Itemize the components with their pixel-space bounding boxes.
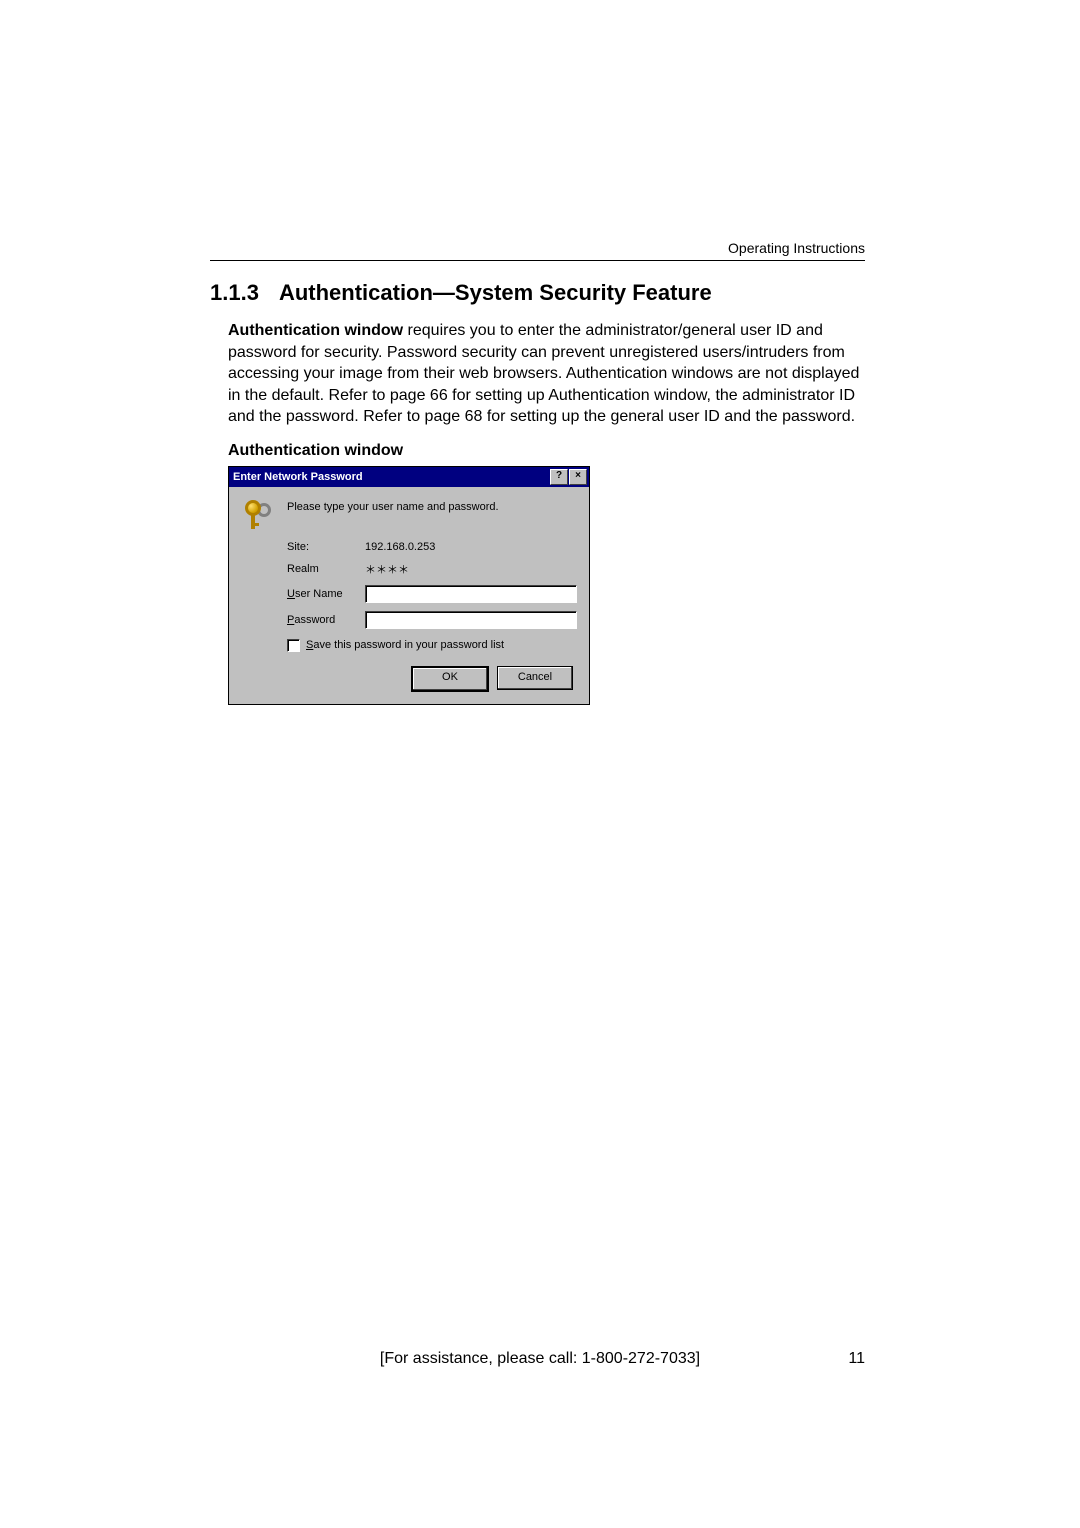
ok-button[interactable]: OK bbox=[411, 666, 489, 692]
help-button[interactable]: ? bbox=[550, 469, 568, 485]
page-number: 11 bbox=[848, 1350, 865, 1368]
dialog-titlebar[interactable]: Enter Network Password ? × bbox=[229, 467, 589, 487]
titlebar-buttons: ? × bbox=[549, 469, 587, 485]
dialog-title: Enter Network Password bbox=[233, 471, 363, 483]
footer-assistance: [For assistance, please call: 1-800-272-… bbox=[0, 1350, 1080, 1368]
field-grid: Site: 192.168.0.253 Realm ＊＊＊＊ User Name… bbox=[287, 541, 577, 629]
password-input[interactable] bbox=[365, 611, 577, 629]
cancel-button[interactable]: Cancel bbox=[497, 666, 573, 690]
auth-window-subheading: Authentication window bbox=[228, 442, 870, 460]
site-label: Site: bbox=[287, 541, 359, 553]
auth-dialog: Enter Network Password ? × Please type y… bbox=[228, 466, 590, 705]
close-button[interactable]: × bbox=[569, 469, 587, 485]
section-title: Authentication—System Security Feature bbox=[279, 280, 712, 305]
realm-value: ＊＊＊＊ bbox=[365, 561, 577, 577]
save-password-row: Save this password in your password list bbox=[287, 639, 577, 652]
dialog-body: Please type your user name and password.… bbox=[229, 487, 589, 704]
site-value: 192.168.0.253 bbox=[365, 541, 577, 553]
username-label: User Name bbox=[287, 588, 359, 600]
dialog-button-row: OK Cancel bbox=[243, 666, 577, 692]
username-input[interactable] bbox=[365, 585, 577, 603]
header-rule bbox=[210, 260, 865, 261]
section-heading: 1.1.3 Authentication—System Security Feat… bbox=[210, 280, 870, 306]
realm-label: Realm bbox=[287, 563, 359, 575]
section-number: 1.1.3 bbox=[210, 280, 259, 306]
paragraph-lead: Authentication window bbox=[228, 322, 403, 339]
keys-icon bbox=[243, 499, 275, 531]
save-password-checkbox[interactable] bbox=[287, 639, 300, 652]
password-label: Password bbox=[287, 614, 359, 626]
header-label: Operating Instructions bbox=[728, 240, 865, 256]
document-page: Operating Instructions 1.1.3 Authenticati… bbox=[0, 0, 1080, 1528]
dialog-instruction: Please type your user name and password. bbox=[287, 499, 499, 513]
body-paragraph: Authentication window requires you to en… bbox=[228, 320, 870, 428]
save-password-label: Save this password in your password list bbox=[306, 639, 504, 651]
